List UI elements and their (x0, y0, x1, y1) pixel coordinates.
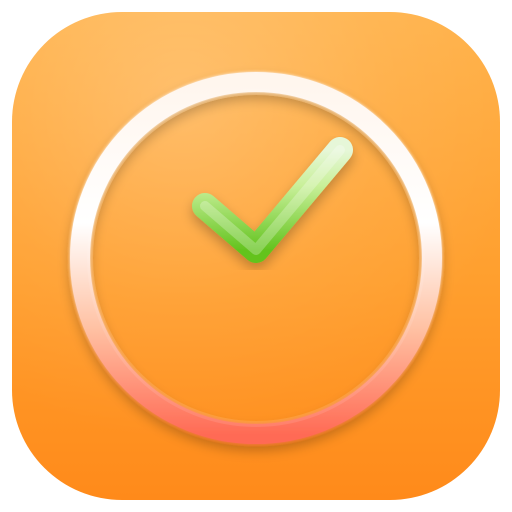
icon-stage (0, 0, 512, 512)
app-icon[interactable] (0, 0, 512, 512)
